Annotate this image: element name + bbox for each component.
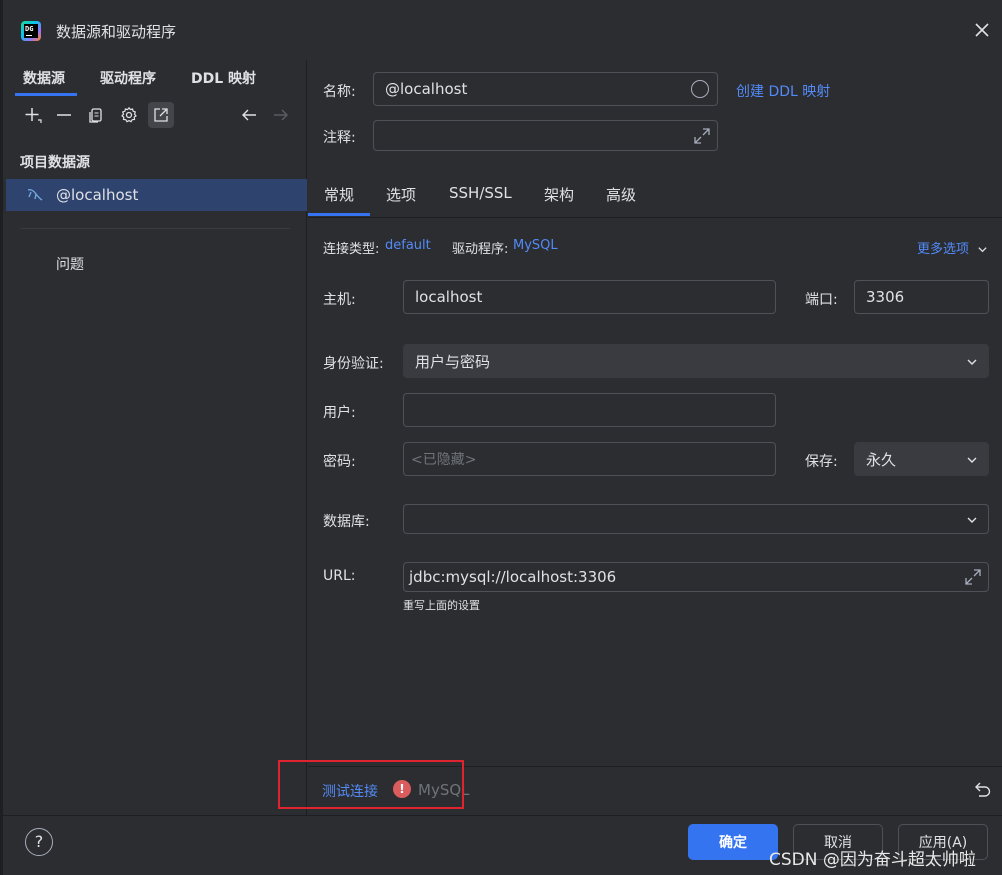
password-label: 密码:: [323, 454, 356, 470]
highlight-box: [278, 760, 464, 809]
right-panel: 名称: @localhost 创建 DDL 映射 注释: 常规 选项 SSH/S…: [307, 60, 1002, 815]
user-input[interactable]: [403, 393, 776, 427]
chevron-down-icon: [978, 247, 987, 253]
port-label: 端口:: [805, 292, 838, 308]
csdn-watermark: CSDN @因为奋斗超太帅啦: [769, 850, 976, 870]
url-value: jdbc:mysql://localhost:3306: [409, 568, 617, 586]
dialog-window: DG 数据源和驱动程序 数据源 驱动程序 DDL 映射 项目数据源 @local…: [0, 0, 1002, 875]
tab-advanced[interactable]: 高级: [606, 184, 636, 205]
back-arrow-icon[interactable]: [236, 102, 262, 128]
auth-label: 身份验证:: [323, 356, 384, 372]
datasource-label: @localhost: [56, 186, 139, 204]
chevron-down-icon: [967, 359, 977, 365]
tab-ssh-ssl[interactable]: SSH/SSL: [449, 184, 512, 202]
left-panel: 数据源 驱动程序 DDL 映射 项目数据源 @localhost 问题: [6, 60, 307, 815]
help-button[interactable]: ?: [25, 828, 53, 856]
password-input[interactable]: <已隐藏>: [403, 442, 776, 476]
dialog-footer: ? 确定 取消 应用(A) CSDN @因为奋斗超太帅啦: [3, 815, 1002, 875]
port-input[interactable]: 3306: [854, 280, 989, 314]
url-input[interactable]: jdbc:mysql://localhost:3306: [403, 562, 989, 592]
host-input[interactable]: localhost: [403, 280, 776, 314]
tab-general[interactable]: 常规: [307, 184, 371, 216]
comment-input[interactable]: [373, 120, 718, 151]
problems-item[interactable]: 问题: [56, 254, 84, 274]
driver-label: 驱动程序:: [452, 242, 509, 257]
driver-link[interactable]: MySQL: [513, 238, 558, 253]
mysql-dolphin-icon: [27, 189, 43, 201]
left-tab-bar: 数据源 驱动程序 DDL 映射: [6, 60, 307, 96]
undo-icon[interactable]: [973, 779, 993, 799]
chevron-down-icon: [967, 517, 977, 523]
color-circle-icon[interactable]: [691, 80, 709, 98]
add-icon[interactable]: [20, 102, 46, 128]
title-bar: DG 数据源和驱动程序: [3, 0, 1002, 60]
host-label: 主机:: [323, 292, 356, 308]
connection-type-label: 连接类型:: [323, 242, 380, 257]
url-label: URL:: [323, 568, 356, 584]
database-label: 数据库:: [323, 514, 370, 530]
tab-ddl-mappings[interactable]: DDL 映射: [191, 68, 256, 88]
password-placeholder: <已隐藏>: [411, 452, 477, 468]
name-input[interactable]: @localhost: [373, 72, 718, 106]
remove-icon[interactable]: [51, 102, 77, 128]
ok-button[interactable]: 确定: [688, 824, 778, 860]
auth-select[interactable]: 用户与密码: [403, 344, 989, 378]
url-hint: 重写上面的设置: [403, 599, 480, 612]
datasource-item-localhost[interactable]: @localhost: [6, 179, 307, 211]
forward-arrow-icon[interactable]: [268, 102, 294, 128]
save-select[interactable]: 永久: [854, 442, 989, 476]
divider: [20, 228, 290, 229]
open-external-icon[interactable]: [148, 102, 174, 128]
left-toolbar: [6, 100, 307, 132]
save-label: 保存:: [805, 454, 838, 470]
copy-icon[interactable]: [83, 102, 109, 128]
expand-icon[interactable]: [964, 568, 982, 586]
name-label: 名称:: [323, 84, 356, 100]
connection-type-link[interactable]: default: [385, 238, 431, 253]
project-datasources-heading: 项目数据源: [20, 155, 90, 171]
chevron-down-icon: [967, 457, 977, 463]
user-label: 用户:: [323, 405, 356, 421]
name-value: @localhost: [385, 80, 468, 98]
tab-datasources[interactable]: 数据源: [15, 68, 77, 96]
tab-schemas[interactable]: 架构: [544, 184, 574, 205]
comment-label: 注释:: [323, 130, 356, 146]
auth-value: 用户与密码: [415, 352, 491, 371]
settings-tab-bar: 常规 选项 SSH/SSL 架构 高级: [307, 170, 1002, 218]
port-value: 3306: [866, 288, 905, 306]
expand-icon[interactable]: [693, 127, 711, 145]
create-ddl-mapping-link[interactable]: 创建 DDL 映射: [736, 81, 830, 101]
datagrip-logo-icon: DG: [21, 21, 41, 41]
window-title: 数据源和驱动程序: [56, 23, 177, 41]
more-options-link[interactable]: 更多选项: [917, 238, 988, 257]
database-select[interactable]: [403, 504, 989, 534]
host-value: localhost: [415, 288, 483, 306]
close-icon[interactable]: [974, 22, 990, 38]
tab-options[interactable]: 选项: [386, 184, 416, 205]
more-options-label: 更多选项: [917, 242, 970, 257]
gear-icon[interactable]: [116, 102, 142, 128]
save-value: 永久: [866, 450, 897, 469]
tab-drivers[interactable]: 驱动程序: [100, 68, 156, 88]
